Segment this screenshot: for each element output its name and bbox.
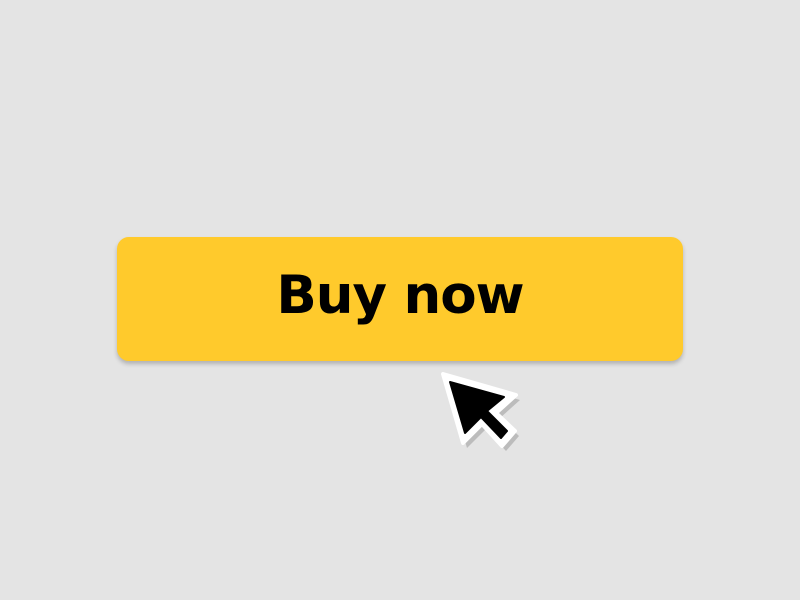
buy-now-label: Buy now — [276, 264, 524, 326]
buy-now-button[interactable]: Buy now — [117, 237, 683, 361]
arrow-pointer-icon — [441, 372, 520, 451]
page-canvas: Buy now — [0, 0, 800, 600]
